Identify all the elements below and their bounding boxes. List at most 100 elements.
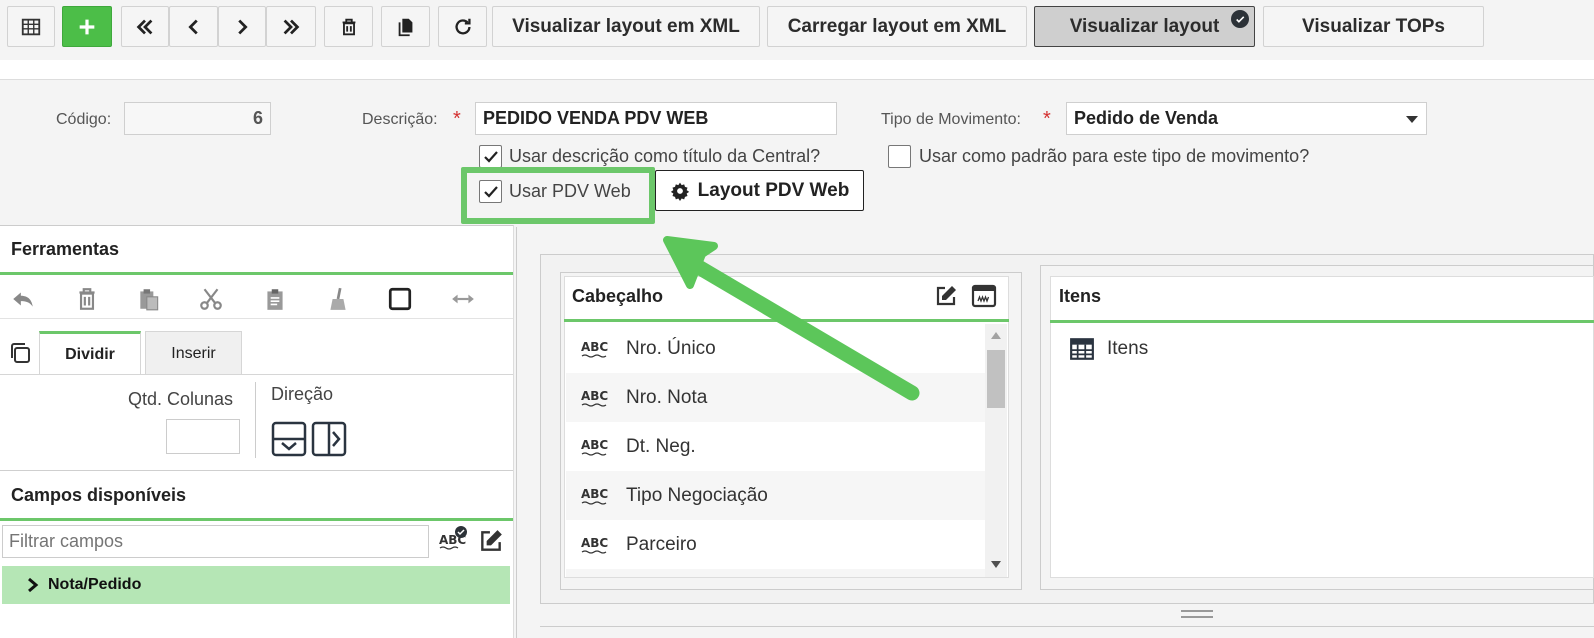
layout-pdv-web-button[interactable]: Layout PDV Web: [655, 170, 864, 211]
field-row-nro-nota[interactable]: ABC Nro. Nota: [566, 373, 985, 422]
duplicate-button[interactable]: [381, 6, 430, 47]
required-marker: *: [453, 108, 461, 130]
pdv-web-checkbox[interactable]: [479, 180, 502, 203]
next-record-button[interactable]: [218, 6, 266, 47]
codigo-label: Código:: [56, 111, 112, 128]
double-chevron-left-icon: [136, 19, 153, 34]
cabecalho-scrollbar[interactable]: [985, 324, 1007, 577]
titulo-central-label: Usar descrição como título da Central?: [509, 146, 821, 166]
field-row-partial: [566, 569, 985, 577]
scroll-up-icon: [991, 332, 1001, 339]
itens-title: Itens: [1059, 286, 1102, 306]
codigo-value: 6: [252, 108, 263, 128]
descricao-field[interactable]: PEDIDO VENDA PDV WEB: [475, 102, 837, 135]
view-tops-label: Visualizar TOPs: [1302, 15, 1445, 37]
svg-text:ABC: ABC: [581, 536, 608, 550]
tipo-movimento-label: Tipo de Movimento:: [881, 111, 1021, 128]
svg-text:ABC: ABC: [581, 389, 608, 403]
campos-title: Campos disponíveis: [11, 485, 187, 505]
square-icon[interactable]: [387, 286, 413, 312]
field-label: Nro. Nota: [626, 386, 708, 408]
plus-icon: [79, 19, 95, 34]
text-field-icon: ABC: [581, 389, 608, 407]
resize-horizontal-icon[interactable]: [450, 286, 476, 312]
edit-icon[interactable]: [478, 528, 504, 554]
tipo-movimento-value: Pedido de Venda: [1074, 108, 1219, 128]
required-marker: *: [1043, 108, 1051, 130]
chevron-right-icon: [238, 19, 248, 34]
first-record-button[interactable]: [121, 6, 169, 47]
text-field-icon: ABC: [581, 536, 608, 554]
field-row-tipo-negociacao[interactable]: ABC Tipo Negociação: [566, 471, 985, 520]
tree-item-label: Nota/Pedido: [48, 576, 142, 593]
check-icon: [483, 150, 498, 163]
scrollbar-thumb[interactable]: [987, 350, 1005, 408]
copy-icon: [398, 18, 412, 36]
check-circle-icon: [1231, 10, 1249, 28]
tabs-baseline: [0, 374, 513, 375]
field-label: Nro. Único: [626, 337, 716, 359]
titulo-central-checkbox[interactable]: [479, 145, 502, 168]
itens-item-label[interactable]: Itens: [1107, 338, 1148, 360]
direction-horizontal-icon[interactable]: [311, 421, 347, 457]
view-layout-button[interactable]: Visualizar layout: [1034, 6, 1255, 47]
text-field-icon: ABC: [581, 487, 608, 505]
resize-handle[interactable]: [1181, 616, 1213, 618]
divider: [540, 626, 1594, 627]
tab-inserir[interactable]: Inserir: [145, 331, 242, 375]
delete-button[interactable]: [324, 6, 373, 47]
field-label: Tipo Negociação: [626, 484, 768, 506]
double-chevron-right-icon: [283, 19, 300, 34]
padrao-movimento-label: Usar como padrão para este tipo de movim…: [919, 146, 1310, 166]
divider: [0, 470, 513, 471]
chevron-right-icon: [28, 577, 39, 593]
text-field-icon: ABC: [581, 340, 608, 358]
scissors-icon[interactable]: [198, 286, 224, 312]
qtd-colunas-input[interactable]: [166, 419, 240, 454]
edit-icon[interactable]: [934, 284, 958, 308]
add-button[interactable]: [62, 6, 112, 47]
undo-icon[interactable]: [10, 286, 36, 312]
clipboard-icon[interactable]: [262, 286, 288, 312]
window-settings-icon[interactable]: [971, 284, 997, 308]
filter-fields-input[interactable]: [2, 525, 429, 558]
refresh-icon: [454, 18, 471, 34]
resize-handle[interactable]: [1181, 610, 1213, 612]
view-xml-button[interactable]: Visualizar layout em XML: [492, 6, 760, 47]
tipo-movimento-select[interactable]: Pedido de Venda: [1066, 102, 1427, 135]
refresh-button[interactable]: [438, 6, 487, 47]
field-row-nro-unico[interactable]: ABC Nro. Único: [566, 324, 985, 373]
abc-check-icon[interactable]: ABC: [438, 526, 468, 552]
view-tops-button[interactable]: Visualizar TOPs: [1263, 6, 1484, 47]
field-row-dt-neg[interactable]: ABC Dt. Neg.: [566, 422, 985, 471]
chevron-left-icon: [187, 19, 198, 34]
layout-pdv-web-label: Layout PDV Web: [697, 179, 850, 201]
field-label: Parceiro: [626, 533, 697, 555]
direction-vertical-icon[interactable]: [271, 421, 307, 457]
campos-underline: [0, 518, 513, 521]
caret-down-icon: [1406, 115, 1418, 123]
field-row-parceiro[interactable]: ABC Parceiro: [566, 520, 985, 569]
ferramentas-title: Ferramentas: [11, 239, 120, 259]
descricao-value: PEDIDO VENDA PDV WEB: [483, 108, 709, 128]
previous-record-button[interactable]: [169, 6, 218, 47]
toolbar-separator: [0, 60, 1594, 80]
cabecalho-title: Cabeçalho: [572, 286, 664, 306]
divider: [0, 318, 513, 319]
broom-icon[interactable]: [325, 286, 351, 312]
grid-view-button[interactable]: [7, 6, 55, 47]
tab-dividir[interactable]: Dividir: [39, 331, 141, 375]
table-icon: [21, 18, 41, 35]
trash-icon[interactable]: [74, 286, 100, 312]
copy-layers-icon[interactable]: [8, 341, 32, 365]
scroll-down-icon: [991, 561, 1001, 568]
load-xml-button[interactable]: Carregar layout em XML: [767, 6, 1027, 47]
tree-item-nota-pedido[interactable]: Nota/Pedido: [2, 566, 510, 604]
paste-icon[interactable]: [136, 286, 162, 312]
descricao-label: Descrição:: [362, 111, 438, 128]
padrao-movimento-checkbox[interactable]: [888, 145, 911, 168]
table-icon: [1070, 338, 1094, 360]
last-record-button[interactable]: [266, 6, 316, 47]
svg-text:ABC: ABC: [581, 438, 608, 452]
codigo-field[interactable]: 6: [124, 102, 271, 135]
